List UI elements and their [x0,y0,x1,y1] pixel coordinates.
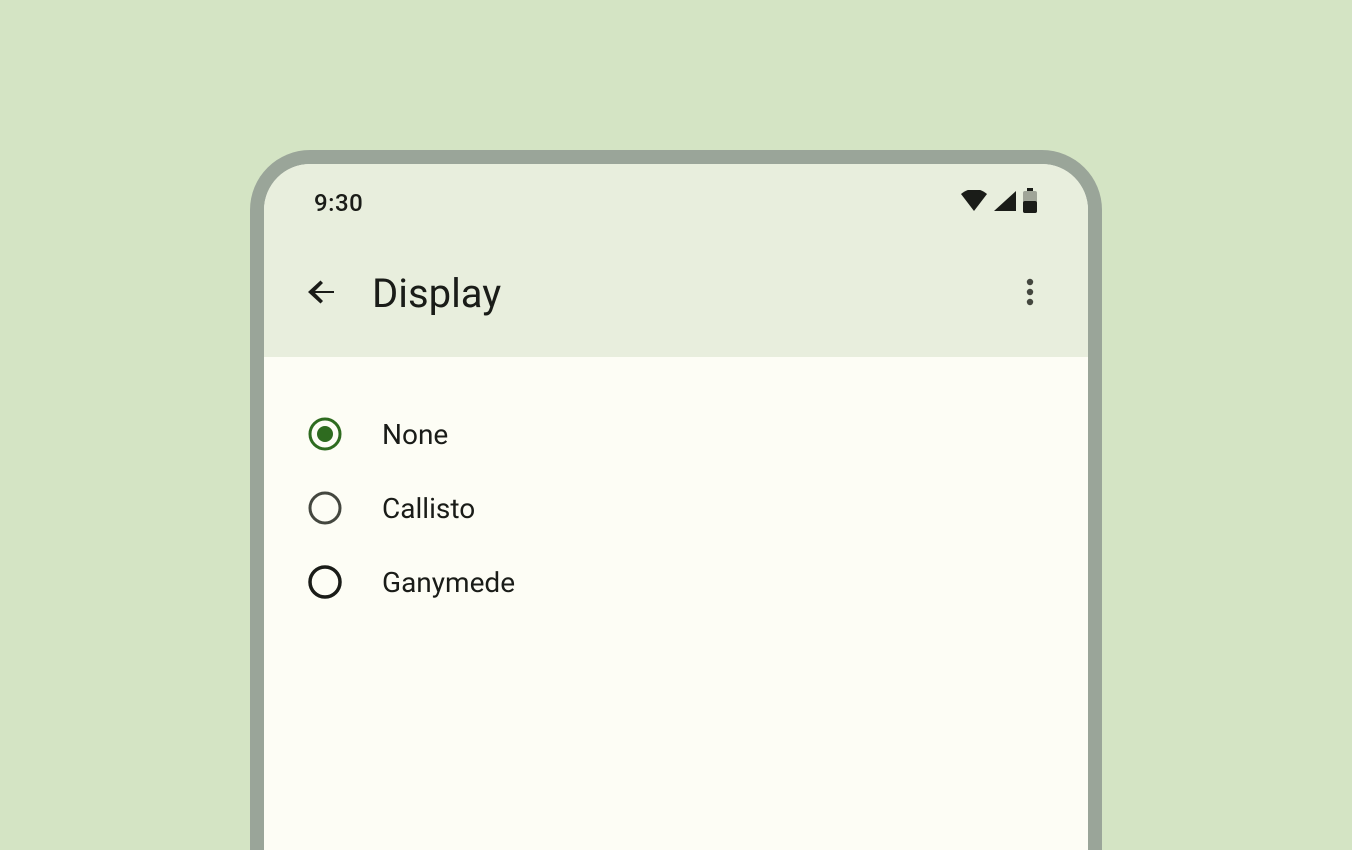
status-header-area: 9:30 [264,164,1088,357]
radio-option-ganymede[interactable]: Ganymede [264,545,1088,619]
phone-screen: 9:30 [264,164,1088,850]
radio-options-list: None Callisto Ganymede [264,357,1088,619]
more-options-button[interactable] [1008,272,1052,316]
cellular-signal-icon [992,190,1018,216]
radio-option-label: Ganymede [382,566,515,599]
radio-button-unselected-icon [308,491,342,525]
radio-button-unselected-icon [308,565,342,599]
radio-option-label: Callisto [382,492,475,525]
wifi-icon [960,190,988,216]
status-icons [960,188,1038,218]
radio-option-none[interactable]: None [264,397,1088,471]
app-bar: Display [264,230,1088,357]
arrow-back-icon [304,274,340,314]
status-time: 9:30 [314,189,363,217]
radio-option-callisto[interactable]: Callisto [264,471,1088,545]
status-bar: 9:30 [264,164,1088,230]
radio-option-label: None [382,418,448,451]
more-vert-icon [1012,274,1048,314]
phone-frame: 9:30 [250,150,1102,850]
page-title: Display [372,270,980,317]
battery-icon [1022,188,1038,218]
radio-button-selected-icon [308,417,342,451]
back-button[interactable] [300,272,344,316]
